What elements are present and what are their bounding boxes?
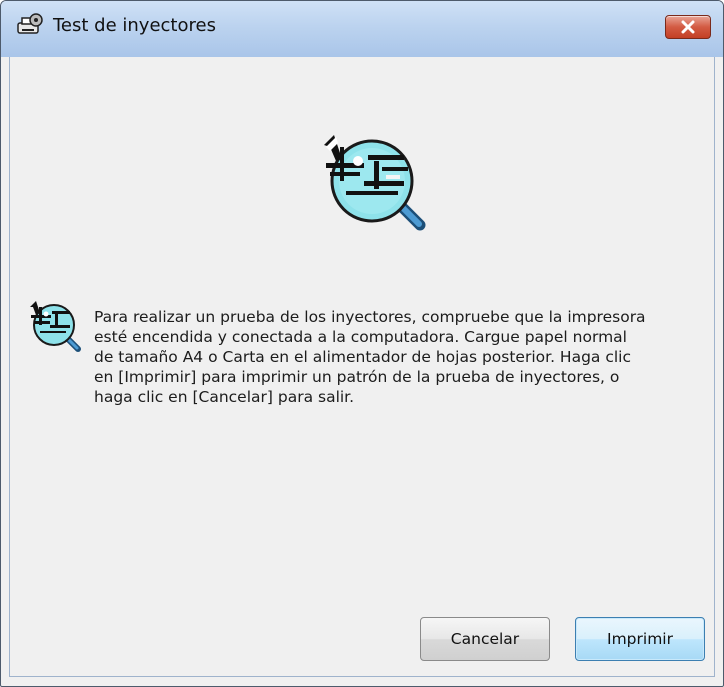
dialog-window: Test de inyectores Para realizar un prue…: [0, 0, 724, 687]
window-title: Test de inyectores: [53, 15, 216, 36]
nozzle-check-magnifier-icon: [26, 297, 84, 357]
instruction-text: Para realizar un prueba de los inyectore…: [94, 308, 646, 406]
nozzle-check-magnifier-icon: [316, 127, 434, 235]
close-icon: [681, 20, 695, 34]
dialog-body: Para realizar un prueba de los inyectore…: [9, 57, 715, 677]
printer-gear-icon: [15, 11, 45, 39]
close-button[interactable]: [665, 15, 711, 39]
print-button[interactable]: Imprimir: [575, 617, 705, 661]
title-bar[interactable]: Test de inyectores: [1, 1, 723, 57]
cancel-button[interactable]: Cancelar: [420, 617, 550, 661]
